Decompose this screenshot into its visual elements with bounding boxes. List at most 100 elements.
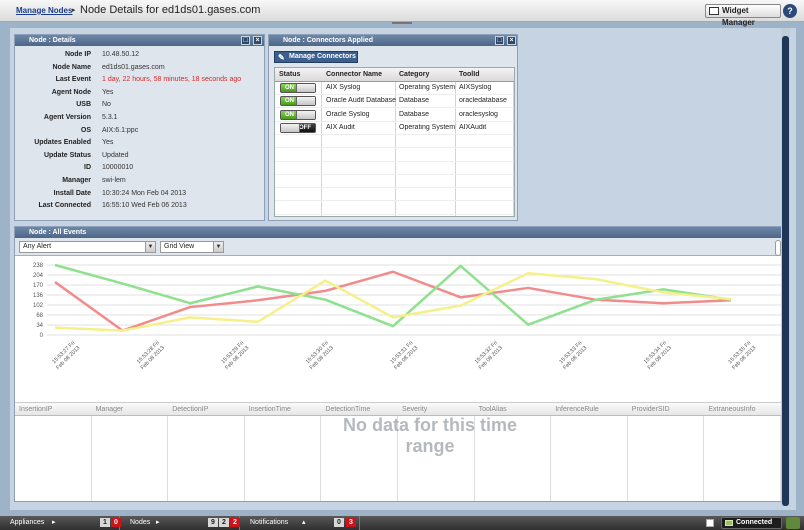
table-row xyxy=(275,188,514,202)
chevron-down-icon: ▼ xyxy=(213,242,223,252)
status-toggle[interactable]: OFF xyxy=(280,122,316,133)
connectors-table: Status Connector Name Category ToolId ON… xyxy=(274,67,515,217)
column-header-status[interactable]: Status xyxy=(279,71,300,78)
events-grid: InsertionIP Manager DetectionIP InsertionTi… xyxy=(15,402,781,501)
detail-label: Last Event xyxy=(55,76,91,84)
cell-toolid: AIXSyslog xyxy=(459,84,492,91)
chevron-down-icon: ▼ xyxy=(145,242,155,252)
view-select[interactable]: Grid View ▼ xyxy=(160,241,224,253)
alert-filter-select[interactable]: Any Alert ▼ xyxy=(19,241,156,253)
maximize-icon[interactable]: □ xyxy=(495,36,504,45)
view-select-value: Grid View xyxy=(164,243,195,250)
panel-header: Node : Connectors Applied □ × xyxy=(269,35,517,46)
notifications-alert-count: 3 xyxy=(346,518,356,527)
grid-column-header[interactable]: ExtraneousInfo xyxy=(708,406,755,413)
cell-category: Operating System xyxy=(399,84,455,91)
detail-label: Update Status xyxy=(43,151,91,159)
detail-row: Install Date 10:30:24 Mon Feb 04 2013 xyxy=(15,190,265,202)
detail-label: Node Name xyxy=(52,63,91,71)
grid-column xyxy=(628,403,705,501)
detail-row: Update Status Updated xyxy=(15,152,265,164)
x-tick-label: 15:53:35 FriFeb 08 2013 xyxy=(727,340,757,371)
logo-icon xyxy=(786,517,800,529)
x-tick-label: 15:53:28 FriFeb 08 2013 xyxy=(136,340,166,371)
top-bar: Manage Nodes ▸ Node Details for ed1ds01.… xyxy=(0,0,804,27)
detail-label: Last Connected xyxy=(38,202,91,210)
status-toggle[interactable]: ON xyxy=(280,109,316,120)
table-header: Status Connector Name Category ToolId xyxy=(275,68,514,82)
table-row[interactable]: ON Oracle Syslog Database oraclesyslog xyxy=(275,109,514,122)
x-tick-label: 15:53:30 FriFeb 08 2013 xyxy=(305,340,335,371)
status-toggle[interactable]: ON xyxy=(280,96,316,107)
y-tick-label: 238 xyxy=(33,263,44,269)
appliances-section[interactable]: Appliances ▸ 1 0 xyxy=(0,516,121,530)
x-tick-label: 15:53:27 FriFeb 08 2013 xyxy=(51,340,81,371)
nodes-warning-count: 2 xyxy=(219,518,229,527)
detail-value: Yes xyxy=(102,139,114,147)
notifications-section[interactable]: Notifications ▴ 0 3 xyxy=(240,516,360,530)
table-row[interactable]: OFF AIX Audit Operating System AIXAudit xyxy=(275,122,514,135)
manage-connectors-button[interactable]: ✎ Manage Connectors xyxy=(274,51,358,63)
cell-toolid: AIXAudit xyxy=(459,123,487,131)
grid-column-header[interactable]: ProviderSID xyxy=(632,406,670,413)
grid-column-header[interactable]: InferenceRule xyxy=(555,406,599,413)
detail-value: 5.3.1 xyxy=(102,114,118,121)
grid-column-header[interactable]: ToolAlias xyxy=(479,406,507,413)
table-row[interactable]: ON AIX Syslog Operating System AIXSyslog xyxy=(275,82,514,95)
detail-row: Node IP 10.48.50.12 xyxy=(15,51,265,63)
table-row xyxy=(275,162,514,175)
grid-column xyxy=(245,403,322,501)
detail-label: OS xyxy=(80,126,91,134)
detail-value: No xyxy=(102,101,111,109)
column-header-connector-name[interactable]: Connector Name xyxy=(326,71,382,78)
detail-row: OS AIX:6.1:ppc xyxy=(15,127,265,139)
cell-category: Database xyxy=(399,110,429,118)
panel-header: Node : Details □ × xyxy=(15,35,264,46)
breadcrumb-manage-nodes-link[interactable]: Manage Nodes xyxy=(16,6,72,15)
column-header-category[interactable]: Category xyxy=(399,71,429,78)
grid-column xyxy=(15,403,92,501)
connection-status[interactable]: Connected xyxy=(721,517,782,529)
nodes-section[interactable]: Nodes ▸ 9 2 2 xyxy=(120,516,240,530)
detail-row: Node Name ed1ds01.gases.com xyxy=(15,64,265,76)
close-icon[interactable]: × xyxy=(253,36,262,45)
vertical-scrollbar[interactable] xyxy=(781,28,790,506)
grid-column-header[interactable]: DetectionTime xyxy=(325,406,370,413)
x-tick-label: 15:53:29 FriFeb 08 2013 xyxy=(220,340,250,371)
x-tick-label: 15:53:31 FriFeb 08 2013 xyxy=(389,340,419,371)
notifications-count: 0 xyxy=(334,518,344,527)
widget-manager-button[interactable]: Widget Manager xyxy=(705,4,781,27)
status-checkbox[interactable] xyxy=(706,519,714,527)
cell-category: Database xyxy=(399,97,429,105)
scrollbar-thumb[interactable] xyxy=(782,36,789,506)
grid-column-header[interactable]: Manager xyxy=(96,406,124,413)
y-tick-label: 204 xyxy=(33,273,44,279)
status-toggle[interactable]: ON xyxy=(280,83,316,93)
cell-toolid: oraclesyslog xyxy=(459,110,498,118)
grid-column-header[interactable]: InsertionTime xyxy=(249,406,291,413)
column-header-toolid[interactable]: ToolId xyxy=(459,71,479,78)
panel-title: Node : Details xyxy=(29,37,76,44)
grid-column-header[interactable]: InsertionIP xyxy=(19,406,52,413)
nodes-alert-count: 2 xyxy=(230,518,240,527)
close-icon[interactable]: × xyxy=(507,36,516,45)
widget-manager-label: Widget Manager xyxy=(722,6,755,27)
grid-column-header[interactable]: DetectionIP xyxy=(172,406,208,413)
grid-column-header[interactable]: Severity xyxy=(402,406,427,413)
detail-value: 1 day, 22 hours, 58 minutes, 18 seconds … xyxy=(102,76,242,84)
cell-name: Oracle Audit Database xyxy=(326,97,396,105)
detail-row: ID 10000010 xyxy=(15,164,265,176)
table-row[interactable]: ON Oracle Audit Database Database oracledat… xyxy=(275,95,514,109)
cell-name: AIX Audit xyxy=(326,123,355,131)
grid-column xyxy=(704,403,781,501)
x-tick-label: 15:53:33 FriFeb 08 2013 xyxy=(558,340,588,371)
panel-title: Node : Connectors Applied xyxy=(283,37,373,44)
resize-grip[interactable] xyxy=(392,22,412,24)
help-icon[interactable]: ? xyxy=(783,4,797,18)
detail-label: Updates Enabled xyxy=(34,139,91,147)
page-title: Node Details for ed1ds01.gases.com xyxy=(80,4,261,16)
detail-row: Updates Enabled Yes xyxy=(15,139,265,151)
maximize-icon[interactable]: □ xyxy=(241,36,250,45)
x-tick-label: 15:53:32 FriFeb 08 2013 xyxy=(474,340,504,371)
y-tick-label: 0 xyxy=(40,333,44,339)
